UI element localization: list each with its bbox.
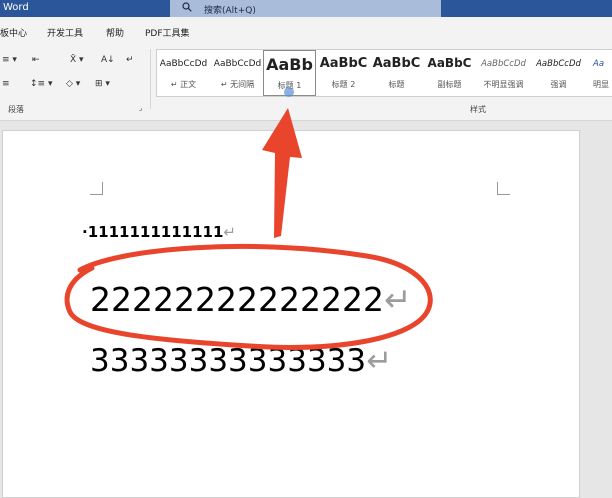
styles-gallery: AaBbCcDd ↵ 正文 AaBbCcDd ↵ 无间隔 AaBb 标题 1 A… — [156, 49, 612, 97]
style-heading-2[interactable]: AaBbC 标题 2 — [317, 50, 370, 96]
line-spacing-button[interactable]: ↕≡ ▾ — [30, 77, 52, 91]
document-line-1[interactable]: ·1111111111111↵ — [82, 223, 236, 241]
borders-button[interactable]: ⊞ ▾ — [95, 77, 110, 91]
numbering-button[interactable]: ≡ ▾ — [2, 53, 17, 67]
group-divider — [150, 49, 151, 109]
search-box[interactable]: 搜索(Alt+Q) — [170, 0, 441, 17]
menu-item-help[interactable]: 帮助 — [106, 26, 124, 39]
title-bar: Word 搜索(Alt+Q) — [0, 0, 612, 17]
menu-item-pdf-tools[interactable]: PDF工具集 — [145, 26, 190, 39]
paragraph-group-label: 段落 — [8, 105, 24, 114]
margin-corner-mark — [497, 182, 510, 195]
paragraph-dialog-launcher-icon[interactable]: ⌟ — [139, 101, 142, 115]
style-title[interactable]: AaBbC 标题 — [370, 50, 423, 96]
show-marks-button[interactable]: ↵ — [126, 53, 134, 67]
margin-corner-mark — [90, 182, 103, 195]
distribute-button[interactable]: ≡ — [2, 77, 10, 91]
paragraph-mark: ↵ — [223, 223, 236, 241]
styles-group-label: 样式 — [470, 105, 486, 114]
style-normal[interactable]: AaBbCcDd ↵ 正文 — [157, 50, 210, 96]
shading-button[interactable]: ◇ ▾ — [66, 77, 80, 91]
search-icon — [182, 2, 192, 12]
style-heading-1[interactable]: AaBb 标题 1 — [263, 50, 316, 96]
chinese-layout-button[interactable]: X̂ ▾ — [70, 53, 84, 67]
style-no-spacing[interactable]: AaBbCcDd ↵ 无间隔 — [211, 50, 264, 96]
search-label: 搜索(Alt+Q) — [204, 6, 256, 16]
sort-button[interactable]: A↓ — [101, 53, 115, 67]
style-intense-emphasis[interactable]: Aa 明显 — [585, 50, 612, 96]
style-subtitle[interactable]: AaBbC 副标题 — [423, 50, 476, 96]
app-title: Word — [3, 2, 29, 13]
document-line-2[interactable]: 22222222222222↵ — [90, 280, 412, 319]
menu-bar: 板中心 开发工具 帮助 PDF工具集 — [0, 17, 612, 43]
style-subtle-emphasis[interactable]: AaBbCcDd 不明显强调 — [477, 50, 530, 96]
menu-item-template-center[interactable]: 板中心 — [0, 26, 27, 39]
ribbon: ≡ ▾ ⇤ X̂ ▾ A↓ ↵ ≡ ↕≡ ▾ ◇ ▾ ⊞ ▾ 段落 ⌟ AaBb… — [0, 43, 612, 121]
paragraph-mark: ↵ — [383, 280, 412, 319]
menu-item-developer[interactable]: 开发工具 — [47, 26, 83, 39]
decrease-indent-button[interactable]: ⇤ — [32, 53, 40, 67]
paragraph-mark: ↵ — [366, 343, 393, 379]
style-emphasis[interactable]: AaBbCcDd 强调 — [532, 50, 585, 96]
document-line-3[interactable]: 33333333333333↵ — [90, 343, 392, 379]
